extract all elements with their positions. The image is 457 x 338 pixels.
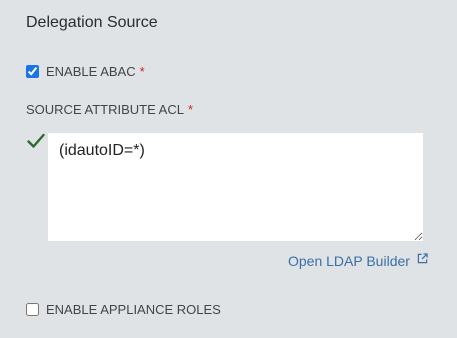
enable-appliance-roles-label: ENABLE APPLIANCE ROLES: [46, 302, 221, 317]
check-icon: [27, 133, 45, 148]
source-attribute-acl-label: SOURCE ATTRIBUTE ACL *: [26, 102, 194, 117]
enable-appliance-roles-checkbox[interactable]: [26, 303, 39, 316]
open-ldap-builder-link[interactable]: Open LDAP Builder: [288, 252, 428, 269]
section-title: Delegation Source: [26, 14, 158, 31]
enable-abac-row[interactable]: ENABLE ABAC *: [26, 64, 145, 79]
external-link-icon: [417, 252, 428, 263]
required-asterisk: *: [139, 64, 145, 79]
enable-abac-checkbox[interactable]: [26, 65, 39, 78]
source-attribute-acl-field: [48, 133, 423, 241]
enable-abac-label: ENABLE ABAC: [46, 64, 136, 79]
enable-appliance-roles-row[interactable]: ENABLE APPLIANCE ROLES: [26, 302, 221, 317]
required-asterisk: *: [187, 102, 194, 117]
open-ldap-builder-label: Open LDAP Builder: [288, 253, 410, 269]
source-attribute-acl-textarea[interactable]: [48, 133, 423, 241]
